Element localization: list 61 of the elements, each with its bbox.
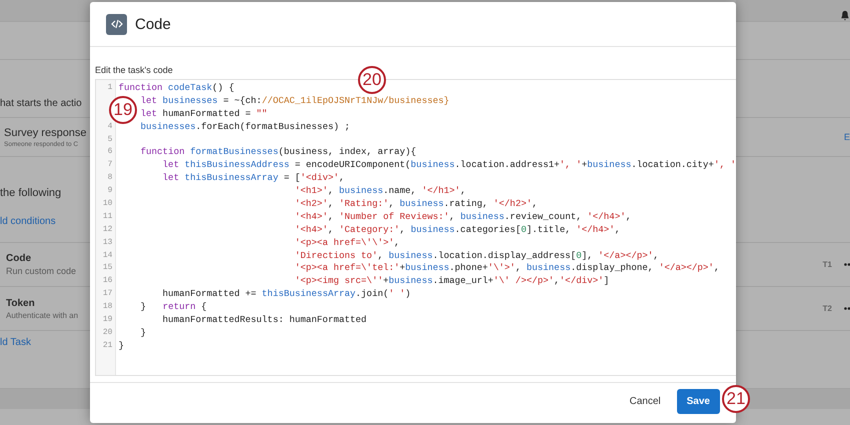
code-line: '<h4>', 'Number of Reviews:', business.review_count, '</h4>', (294, 210, 632, 222)
task-tag: T2 (822, 304, 832, 313)
code-line: '<h4>', 'Category:', business.categories[0].title, '</h4>', (294, 224, 620, 235)
code-line: 'Directions to', business.location.display_address[0], '</a></p>', (294, 250, 659, 261)
field-label: Edit the task's code (95, 65, 173, 75)
line-number: 1 (108, 82, 112, 94)
code-line: '<h1>', business.name, '</h1>', (294, 185, 466, 196)
line-number: 15 (102, 262, 112, 274)
line-number: 21 (102, 340, 112, 352)
code-line: '<p><img src=\''+business.image_url+'\' /></p>','</div>'] (294, 275, 610, 286)
callout-badge: 19 (109, 96, 137, 124)
callout-badge: 21 (722, 385, 750, 413)
task-subtitle: Run custom code (6, 266, 78, 276)
code-line: function formatBusinesses(business, index, array){ (140, 146, 416, 158)
task-title: Code (6, 253, 32, 264)
line-number: 18 (102, 301, 112, 314)
more-icon[interactable] (844, 263, 850, 266)
bell-icon[interactable] (840, 10, 850, 21)
line-number: 8 (108, 172, 112, 184)
line-number: 10 (102, 198, 112, 210)
code-line: humanFormattedResults: humanFormatted (162, 314, 367, 326)
line-number: 13 (102, 236, 112, 249)
cancel-button[interactable]: Cancel (626, 392, 665, 410)
code-line: businesses.forEach(formatBusinesses) ; (140, 120, 350, 132)
code-icon (106, 14, 127, 34)
section-heading: the following (0, 187, 62, 199)
code-line: } (118, 340, 124, 351)
task-subtitle: Authenticate with an (6, 310, 80, 320)
line-number: 16 (102, 275, 112, 288)
dialog-title: Code (135, 16, 171, 32)
task-tag: T1 (822, 260, 832, 269)
code-line: '<p><a href=\'\'>', (294, 236, 400, 248)
line-number: 17 (102, 288, 112, 300)
line-number: 7 (108, 159, 112, 172)
line-number: 6 (108, 146, 112, 158)
code-line: humanFormatted += thisBusinessArray.join(' ') (162, 288, 411, 300)
callout-badge: 20 (358, 66, 386, 94)
more-icon[interactable] (844, 307, 850, 310)
code-line: let humanFormatted = "" (140, 108, 268, 119)
code-line: } (140, 326, 146, 338)
line-number: 9 (108, 185, 112, 198)
code-line: '<h2>', 'Rating:', business.rating, '</h2>', (294, 198, 538, 210)
line-number: 14 (102, 250, 112, 262)
trigger-title: Survey response (4, 126, 88, 138)
section-heading: hat starts the actio (0, 98, 83, 109)
add-conditions-link[interactable]: ld conditions (0, 216, 90, 227)
line-number: 5 (108, 134, 112, 146)
line-number: 11 (102, 210, 112, 223)
add-task-link[interactable]: ld Task (0, 337, 90, 348)
code-line: let thisBusinessAddress = encodeURIComponent(business.location.address1+', '+business.location.city+', ' (162, 159, 736, 170)
save-button[interactable]: Save (676, 388, 720, 414)
code-line: let thisBusinessArray = ['<div>', (162, 172, 345, 184)
task-title: Token (6, 298, 36, 308)
code-line: '<p><a href=\'tel:'+business.phone+'\'>', business.display_phone, '</a></p>', (294, 262, 720, 274)
code-line: } return { (140, 301, 207, 312)
edit-link[interactable]: E (844, 132, 850, 142)
code-line: let businesses = ~{ch://OCAC_1ilEpOJSNrT1NJw/businesses} (140, 94, 450, 106)
line-number: 20 (102, 326, 112, 339)
line-number: 19 (102, 314, 112, 326)
line-number: 12 (102, 224, 112, 236)
code-line: function codeTask() { (118, 82, 234, 93)
